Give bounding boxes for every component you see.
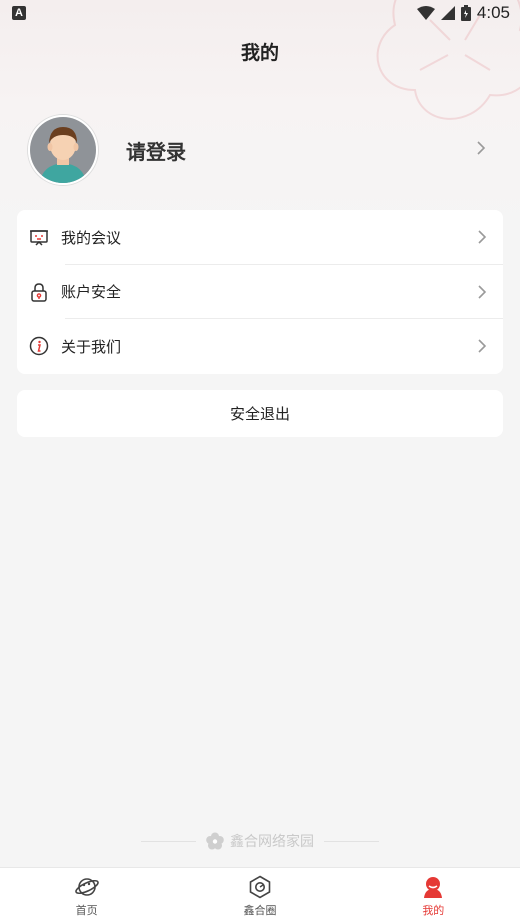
person-icon — [424, 877, 443, 898]
battery-icon — [460, 5, 471, 21]
signal-icon — [440, 6, 455, 20]
tab-label: 我的 — [422, 905, 445, 917]
bottom-tab-bar: 首页 鑫合圈 我的 — [0, 867, 520, 923]
menu-item-about-us[interactable]: 关于我们 — [17, 319, 503, 374]
chevron-right-icon — [477, 141, 486, 155]
tab-label: 鑫合圈 — [243, 905, 277, 917]
info-icon — [29, 336, 49, 356]
tab-xinhe-circle[interactable]: 鑫合圈 — [173, 868, 346, 923]
brand-name: 鑫合网络家园 — [230, 833, 314, 849]
status-bar: A 4:05 — [0, 0, 520, 28]
chevron-right-icon — [478, 285, 487, 299]
notification-badge: A — [12, 6, 26, 20]
hexagon-icon — [249, 875, 271, 899]
menu-card: 我的会议 账户安全 关于我们 — [17, 210, 503, 374]
page-title: 我的 — [240, 43, 279, 64]
lock-icon — [29, 282, 49, 302]
logout-button[interactable]: 安全退出 — [17, 390, 503, 437]
tab-home[interactable]: 首页 — [0, 868, 173, 923]
tab-label: 首页 — [75, 905, 98, 917]
chevron-right-icon — [478, 230, 487, 244]
chevron-right-icon — [478, 339, 487, 353]
clock: 4:05 — [476, 3, 510, 22]
menu-item-label: 关于我们 — [61, 338, 122, 356]
avatar-image — [30, 117, 96, 183]
meeting-icon — [29, 227, 49, 247]
login-prompt[interactable]: 请登录 — [126, 136, 186, 165]
tab-mine[interactable]: 我的 — [347, 868, 520, 923]
planet-icon — [74, 878, 99, 896]
divider — [324, 840, 379, 842]
menu-item-label: 账户安全 — [61, 284, 122, 302]
divider — [141, 840, 196, 842]
profile-login-row[interactable]: 请登录 — [28, 114, 498, 186]
menu-item-label: 我的会议 — [61, 229, 122, 247]
brand-logo-icon — [206, 832, 224, 850]
wifi-icon — [416, 6, 435, 20]
menu-item-meetings[interactable]: 我的会议 — [17, 210, 503, 265]
menu-item-account-security[interactable]: 账户安全 — [17, 265, 503, 320]
footer-brand: 鑫合网络家园 — [0, 831, 520, 851]
avatar[interactable] — [28, 115, 98, 185]
